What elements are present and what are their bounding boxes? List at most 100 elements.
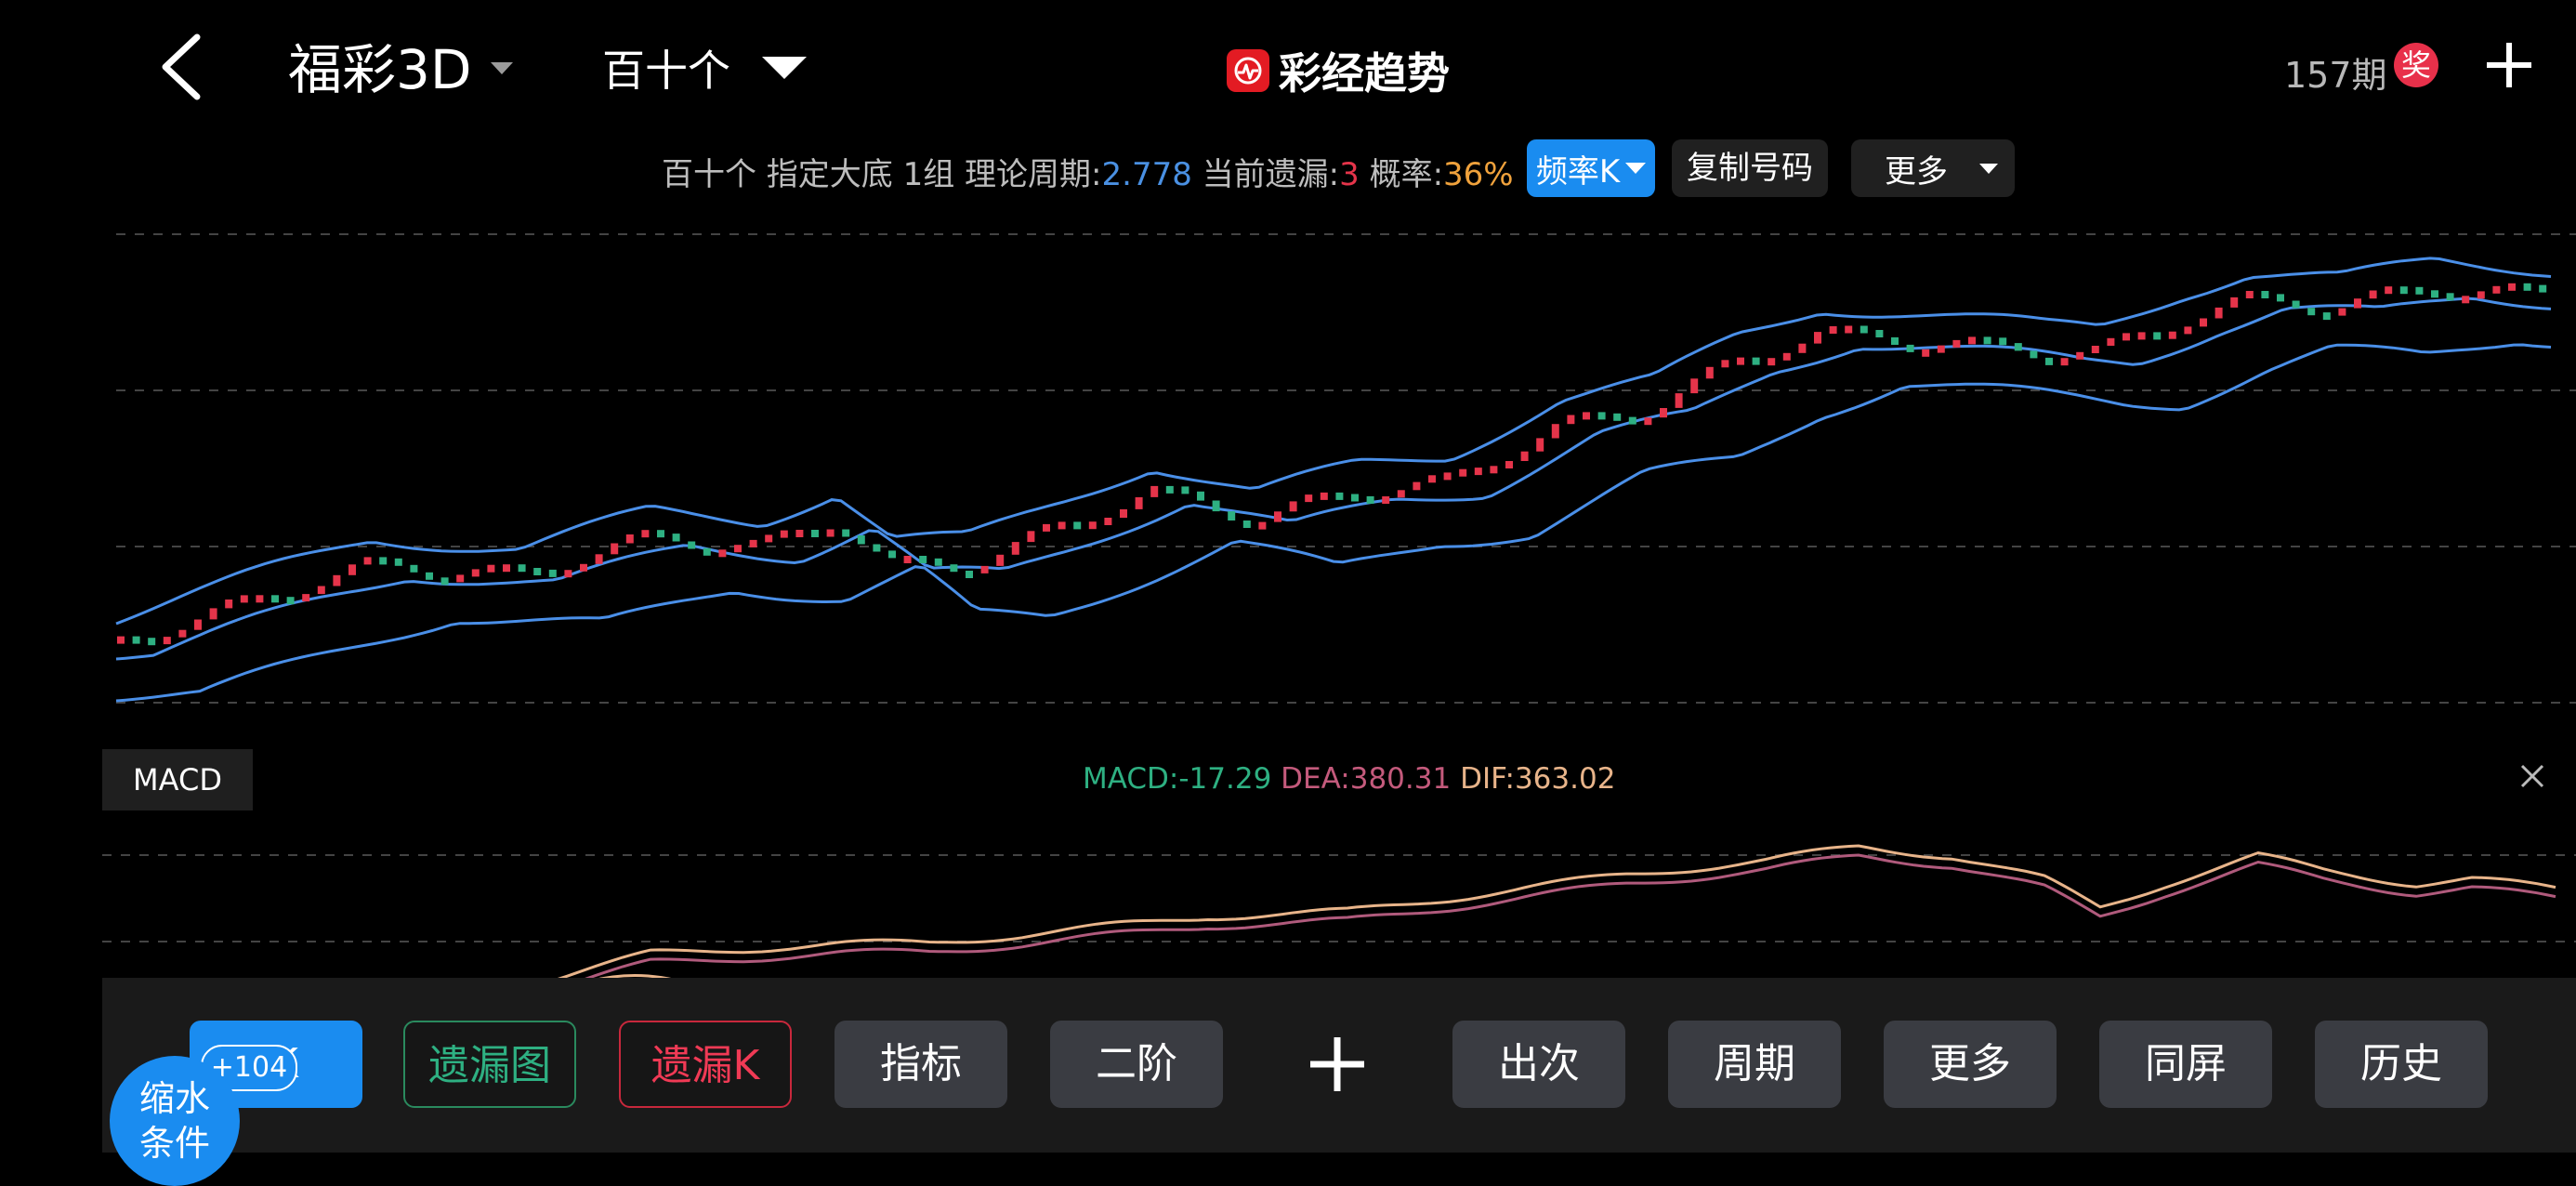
candle xyxy=(903,556,912,563)
appearances-button[interactable]: 出次 xyxy=(1452,1021,1625,1108)
candle xyxy=(2523,283,2531,291)
candle xyxy=(1597,412,1606,420)
back-arrow-icon[interactable] xyxy=(149,30,214,104)
candle xyxy=(980,565,989,573)
candle xyxy=(2431,290,2438,298)
candle xyxy=(688,541,696,549)
lottery-selector[interactable]: 福彩3D xyxy=(288,26,513,104)
candle xyxy=(1891,336,1899,345)
trend-logo-icon xyxy=(1227,49,1269,92)
candle xyxy=(2215,307,2223,319)
candle xyxy=(1197,491,1204,501)
candle xyxy=(2137,332,2146,340)
second-order-button[interactable]: 二阶 xyxy=(1050,1021,1223,1108)
candle xyxy=(1258,521,1267,530)
candle xyxy=(1320,492,1328,500)
candle xyxy=(240,595,248,603)
issue-count[interactable]: 157期 xyxy=(2284,46,2387,98)
candle xyxy=(1274,511,1281,522)
indicator-button[interactable]: 指标 xyxy=(835,1021,1007,1108)
candle xyxy=(487,564,495,573)
plus-icon[interactable] xyxy=(2481,37,2537,93)
candle xyxy=(1027,531,1035,543)
stats-line: 百十个 指定大底 1组 理论周期:2.778 当前遗漏:3 概率:36% xyxy=(662,149,1514,194)
candle xyxy=(1536,438,1544,452)
shrink-conditions-button[interactable]: 缩水 条件 xyxy=(110,1056,240,1186)
frequency-k-button[interactable]: 频率K xyxy=(1527,139,1655,197)
candle xyxy=(1752,357,1760,365)
macd-tab[interactable]: MACD xyxy=(102,749,253,810)
candle xyxy=(1999,337,2007,346)
candle xyxy=(1490,466,1498,474)
miss-chart-button[interactable]: 遗漏图 xyxy=(403,1021,576,1108)
candle xyxy=(2338,308,2346,316)
k-line-chart[interactable] xyxy=(0,212,2576,714)
candle xyxy=(225,600,233,609)
candle xyxy=(410,564,418,573)
candle xyxy=(1305,494,1313,503)
candle xyxy=(317,586,325,595)
more-button[interactable]: 更多 xyxy=(1884,1021,2057,1108)
candle xyxy=(286,597,295,605)
candle xyxy=(1505,461,1513,468)
candle xyxy=(734,545,742,553)
period-button[interactable]: 周期 xyxy=(1668,1021,1841,1108)
dif-value: DIF:363.02 xyxy=(1460,762,1616,796)
candle xyxy=(1428,475,1436,483)
candle xyxy=(2200,318,2207,327)
candle xyxy=(271,595,279,603)
candle xyxy=(2060,358,2069,366)
candle xyxy=(2261,291,2269,298)
theory-period-value: 2.778 xyxy=(1101,156,1192,193)
more-options-dropdown[interactable]: 更多 xyxy=(1851,139,2015,197)
caret-down-icon xyxy=(1979,163,1998,174)
candle xyxy=(1011,542,1019,555)
candle xyxy=(1088,521,1097,530)
close-icon[interactable] xyxy=(2518,762,2546,790)
candle xyxy=(2385,286,2393,295)
candle xyxy=(826,529,835,537)
candle xyxy=(1120,508,1127,519)
candle xyxy=(2446,293,2454,301)
candle xyxy=(842,529,850,537)
plus-icon[interactable] xyxy=(1305,1032,1370,1097)
macd-value: MACD:-17.29 xyxy=(1083,762,1272,796)
candle xyxy=(1228,511,1236,521)
candle xyxy=(811,530,819,537)
caret-down-icon xyxy=(762,57,807,79)
candle xyxy=(2076,351,2084,360)
candle xyxy=(178,629,187,638)
candle xyxy=(2415,286,2424,295)
prize-badge[interactable]: 奖 xyxy=(2394,43,2438,87)
candle xyxy=(2230,296,2239,308)
copy-numbers-button[interactable]: 复制号码 xyxy=(1672,139,1828,197)
candle xyxy=(1660,408,1667,418)
upper-band-line xyxy=(115,257,2552,626)
candle xyxy=(1705,366,1714,379)
candle xyxy=(471,569,480,577)
position-selector[interactable]: 百十个 xyxy=(602,37,807,99)
candle xyxy=(1782,352,1791,361)
macd-readout: MACD:-17.29 DEA:380.31 DIF:363.02 xyxy=(1083,762,1615,796)
candle xyxy=(1104,518,1112,525)
history-button[interactable]: 历史 xyxy=(2315,1021,2488,1108)
probability-label: 概率: xyxy=(1359,156,1444,193)
same-screen-button[interactable]: 同屏 xyxy=(2099,1021,2272,1108)
position-label: 百十个 xyxy=(602,46,730,96)
candle xyxy=(1181,486,1189,494)
candle xyxy=(1922,349,1930,357)
caret-down-icon xyxy=(490,61,513,74)
candle xyxy=(2354,298,2361,309)
brand-name: 彩经趋势 xyxy=(1279,48,1450,99)
candle xyxy=(873,544,881,552)
candle xyxy=(1397,490,1405,498)
candle xyxy=(2030,350,2038,359)
candle xyxy=(1335,492,1344,500)
stats-prefix: 百十个 指定大底 1组 理论周期: xyxy=(662,156,1102,193)
candle xyxy=(1829,326,1837,334)
candle xyxy=(1768,358,1776,366)
candle xyxy=(1690,378,1699,394)
miss-k-button[interactable]: 遗漏K xyxy=(619,1021,792,1108)
candle xyxy=(718,549,727,558)
candle xyxy=(1443,472,1452,481)
